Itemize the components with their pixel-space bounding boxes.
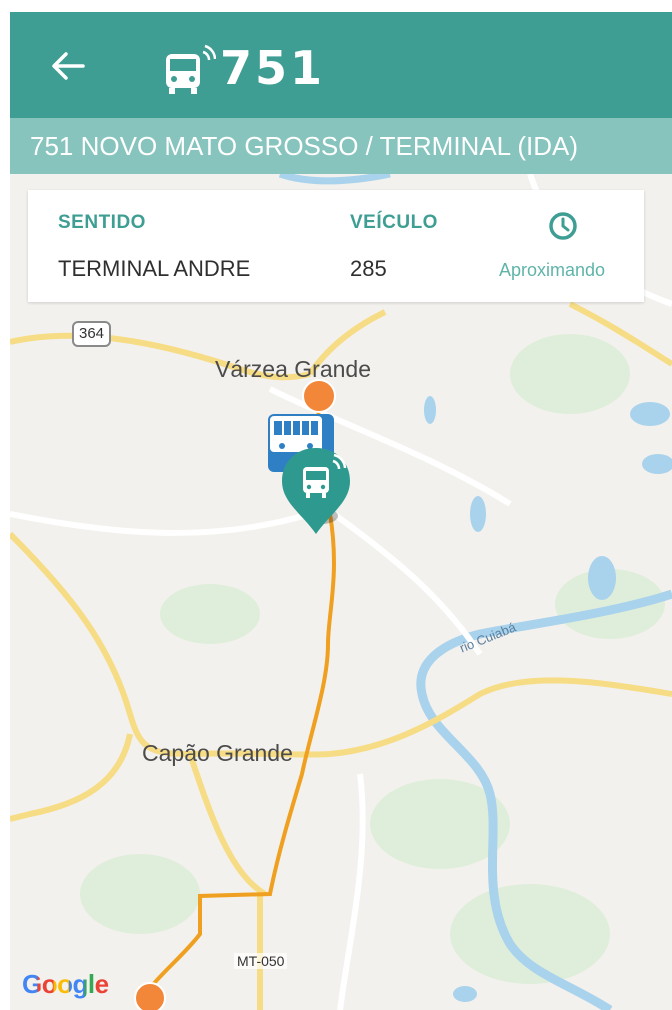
- route-number: 751: [220, 41, 326, 95]
- direction-label: SENTIDO: [58, 212, 146, 233]
- back-button[interactable]: [44, 42, 92, 90]
- place-label-varzea-grande: Várzea Grande: [215, 356, 371, 382]
- bus-wifi-icon: [166, 44, 216, 94]
- road-label-mt050: MT-050: [234, 953, 288, 969]
- direction-value: TERMINAL ANDRE: [58, 256, 251, 281]
- screen: 364 Várzea Grande Capão Grande rio Cuiab…: [0, 0, 672, 1010]
- bus-location-pin-icon[interactable]: [278, 446, 358, 538]
- arrival-status: Aproximando: [499, 260, 606, 280]
- google-attribution: Google: [22, 969, 109, 999]
- vehicle-info-card: SENTIDO TERMINAL ANDRE VEÍCULO 285 Aprox…: [28, 190, 644, 302]
- route-subtitle: 751 NOVO MATO GROSSO / TERMINAL (IDA): [10, 118, 672, 174]
- vehicle-label: VEÍCULO: [350, 212, 438, 233]
- vehicle-value: 285: [350, 256, 387, 281]
- app-bar: 751: [10, 12, 672, 118]
- stop-marker-start[interactable]: [302, 379, 336, 413]
- clock-icon: [549, 212, 577, 240]
- arrow-back-icon: [52, 52, 85, 80]
- google-logo: Google: [22, 969, 109, 1000]
- river-top: [278, 174, 391, 185]
- place-label-capao-grande: Capão Grande: [142, 740, 293, 766]
- road-shield-br364: 364: [72, 321, 112, 347]
- stop-marker-end[interactable]: [134, 982, 166, 1010]
- vegetation-areas: [80, 334, 665, 984]
